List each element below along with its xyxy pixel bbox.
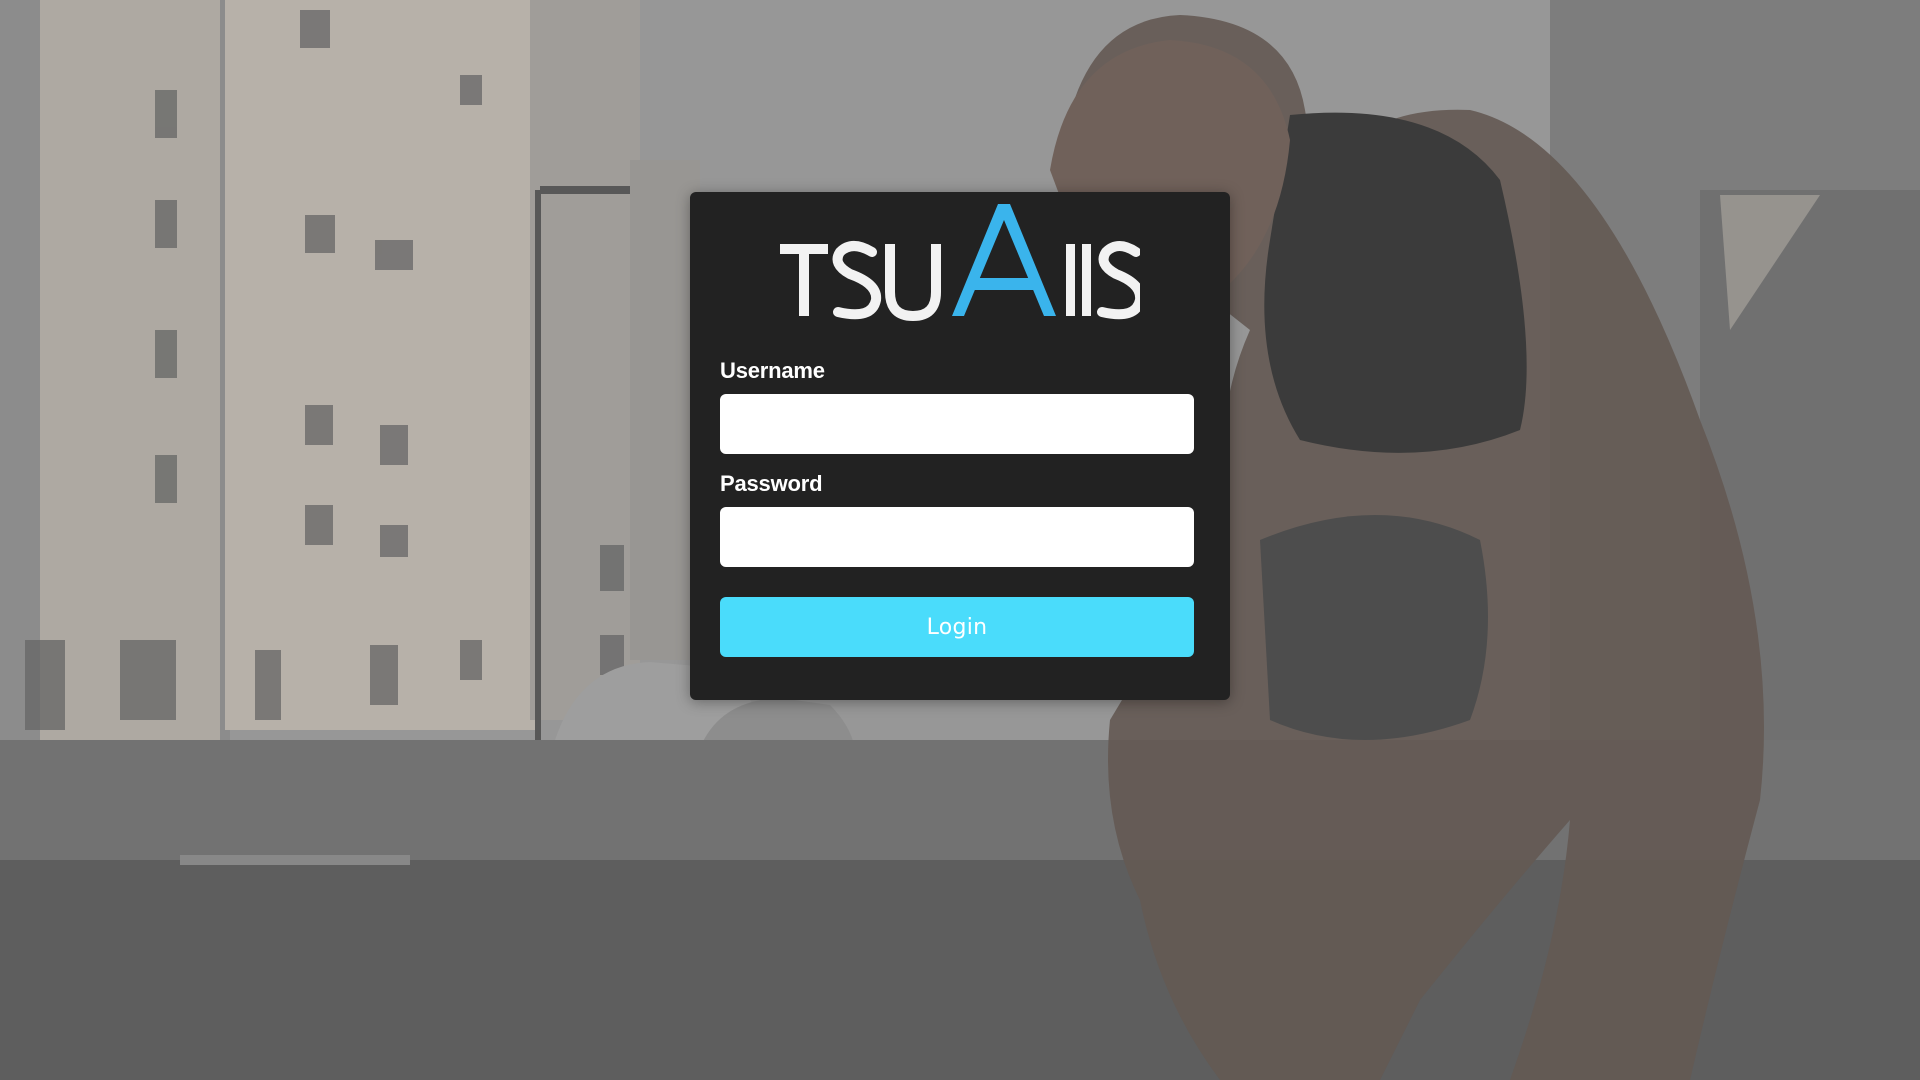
tsuaiis-logo	[780, 204, 1146, 326]
login-panel: Username Password Login	[690, 192, 1230, 700]
password-input[interactable]	[720, 507, 1194, 567]
username-input[interactable]	[720, 394, 1194, 454]
password-label: Password	[720, 471, 823, 496]
username-label: Username	[720, 358, 825, 383]
login-button[interactable]: Login	[720, 597, 1194, 657]
